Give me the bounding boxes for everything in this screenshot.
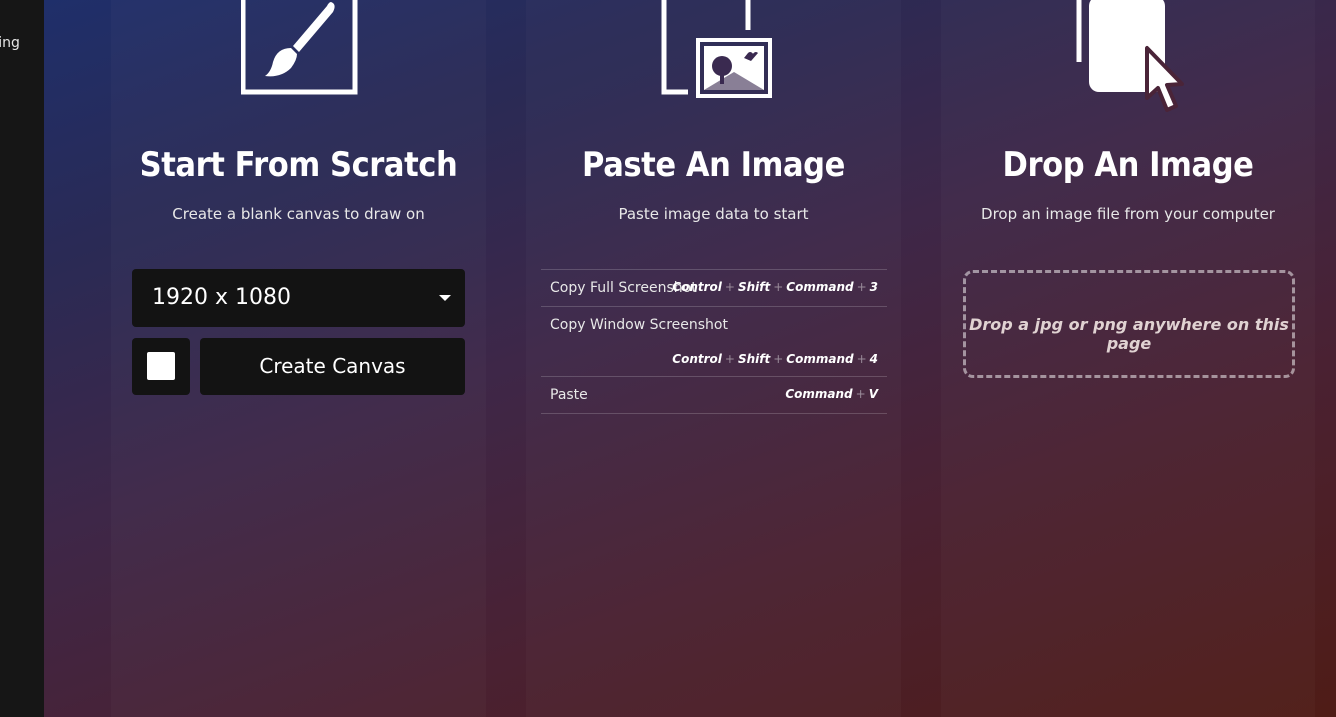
paste-subtitle: Paste image data to start [618,205,809,223]
key-command: Command [785,387,853,401]
key-command: Command [786,280,854,294]
sidebar: ving [0,0,44,717]
clipboard-image-icon [526,0,901,120]
shortcut-keys: Command + V [785,387,878,401]
transparent-background-checkbox[interactable] [132,338,190,395]
shortcut-label: Copy Window Screenshot [550,317,728,333]
shortcut-keys: Control + Shift + Command +4 [672,352,878,366]
key-3: 3 [869,280,878,294]
paintbrush-canvas-icon [111,0,486,120]
sidebar-partial-label[interactable]: ving [0,35,20,51]
start-from-scratch-column: Start From Scratch Create a blank canvas… [111,0,486,717]
key-4: 4 [869,352,878,366]
drop-subtitle: Drop an image file from your computer [981,205,1275,223]
shortcut-row-paste: Paste Command + V [541,377,887,414]
canvas-size-value: 1920 x 1080 [152,285,291,310]
key-plus: + [773,352,784,366]
scratch-subtitle: Create a blank canvas to draw on [172,205,425,223]
drop-title: Drop An Image [1002,145,1254,185]
shortcut-list: Copy Full Screenshot Control + Shift + Comma… [541,269,887,414]
shortcut-row-window-screenshot: Copy Window Screenshot Control + Shift + Com… [541,307,887,377]
key-control: Control [672,280,722,294]
paste-title: Paste An Image [582,145,845,185]
document-cursor-icon [941,0,1315,120]
key-plus: + [724,352,735,366]
shortcut-keys: Control + Shift + Command +3 [672,280,878,294]
canvas-size-select[interactable]: 1920 x 1080 [132,269,465,327]
key-shift: Shift [737,280,771,294]
checkbox-indicator [147,352,175,380]
key-plus: + [856,352,867,366]
drop-zone-text: Drop a jpg or png anywhere on this page [969,315,1289,353]
key-command: Command [786,352,854,366]
key-control: Control [672,352,722,366]
scratch-title: Start From Scratch [139,145,458,185]
new-image-panel: Start From Scratch Create a blank canvas… [44,0,1336,717]
key-plus: + [855,387,866,401]
key-plus: + [856,280,867,294]
paste-image-column: Paste An Image Paste image data to start… [526,0,901,717]
key-v: V [868,387,878,401]
key-shift: Shift [737,352,771,366]
key-plus: + [773,280,784,294]
caret-down-icon [439,295,451,301]
drop-image-column: Drop An Image Drop an image file from yo… [941,0,1315,717]
shortcut-label: Paste [550,387,588,403]
shortcut-row-full-screenshot: Copy Full Screenshot Control + Shift + Comma… [541,270,887,307]
drop-zone[interactable]: Drop a jpg or png anywhere on this page [963,270,1295,378]
create-canvas-button[interactable]: Create Canvas [200,338,465,395]
key-plus: + [724,280,735,294]
